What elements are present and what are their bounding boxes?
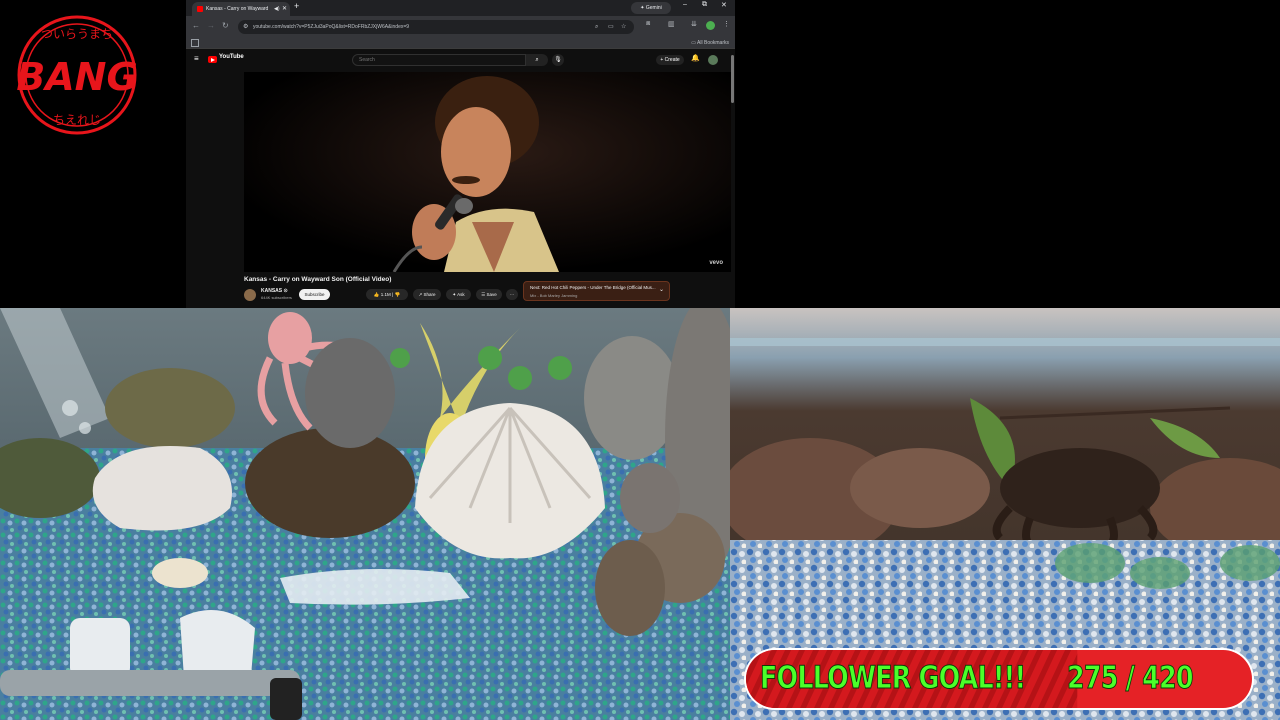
browser-toolbar: ← → ↻ ⚙ youtube.com/watch?v=P5ZJui3aPoQ&… xyxy=(186,16,735,38)
close-tab-icon[interactable]: ✕ xyxy=(282,2,287,16)
save-button[interactable]: ☰ Save xyxy=(476,289,502,300)
svg-text:ついらうまち: ついらうまち xyxy=(41,27,113,41)
up-next-title: Next: Red Hot Chili Peppers - Under The … xyxy=(530,285,656,290)
create-button[interactable]: + Create xyxy=(656,55,684,65)
subscribe-button[interactable]: Subscribe xyxy=(299,289,330,300)
youtube-favicon-icon xyxy=(197,6,203,12)
user-avatar[interactable] xyxy=(708,55,718,65)
voice-search-button[interactable]: 🎙 xyxy=(552,54,564,66)
like-button[interactable]: 👍 1.1M | 👎 xyxy=(366,289,408,300)
new-tab-button[interactable]: + xyxy=(294,1,299,11)
profile-avatar[interactable] xyxy=(706,21,715,30)
up-next-subtitle: Mix - Bob Marley Jamming xyxy=(530,293,578,298)
gemini-button[interactable]: ✦ Gemini xyxy=(631,2,671,14)
goal-count: 275 / 420 xyxy=(1067,660,1194,697)
site-info-icon[interactable]: ⚙ xyxy=(243,20,248,34)
logo-text: BANG xyxy=(16,55,137,99)
ask-button[interactable]: ✦ Ask xyxy=(446,289,471,300)
search-icon: ⌕ xyxy=(535,57,539,63)
page-scrollbar[interactable] xyxy=(731,55,734,103)
zoom-icon[interactable]: ⌕ xyxy=(595,20,598,34)
mic-icon: 🎙 xyxy=(554,57,562,63)
thumbs-up-icon: 👍 xyxy=(373,292,381,297)
forward-icon[interactable]: → xyxy=(207,21,215,30)
restore-icon[interactable]: ⧉ xyxy=(702,1,707,9)
youtube-header: ≡ YouTube ⌕ 🎙 + Create 🔔 xyxy=(186,49,735,71)
hamburger-menu-icon[interactable]: ≡ xyxy=(194,54,199,63)
create-label: Create xyxy=(664,57,680,63)
logo-seal-icon: ついらうまち ちえれじ BANG xyxy=(16,15,138,135)
gemini-label: Gemini xyxy=(645,5,662,11)
downloads-icon[interactable]: ⇊ xyxy=(691,20,697,28)
notifications-bell-icon[interactable]: 🔔 xyxy=(691,54,700,62)
search-input[interactable] xyxy=(352,54,526,66)
reload-icon[interactable]: ↻ xyxy=(222,21,229,30)
cast-icon[interactable]: ▭ xyxy=(608,20,614,34)
chevron-down-icon[interactable]: ⌄ xyxy=(659,286,664,293)
channel-name[interactable]: KANSAS ⊙ xyxy=(261,288,288,294)
search-button[interactable]: ⌕ xyxy=(526,54,548,66)
tab-title: Kansas - Carry on Wayward xyxy=(206,6,269,12)
share-button[interactable]: ↗ Share xyxy=(413,289,441,300)
browser-window: Kansas - Carry on Wayward ◀) ✕ + ✦ Gemin… xyxy=(186,0,735,308)
thumbs-down-icon: | 👎 xyxy=(390,292,401,297)
address-bar[interactable]: ⚙ youtube.com/watch?v=P5ZJui3aPoQ&list=R… xyxy=(238,20,634,34)
up-next-card[interactable]: Next: Red Hot Chili Peppers - Under The … xyxy=(523,281,670,301)
bookmark-star-icon[interactable]: ☆ xyxy=(621,20,626,34)
all-bookmarks-button[interactable]: ▭ All Bookmarks xyxy=(691,38,729,48)
all-bookmarks-label: All Bookmarks xyxy=(697,40,729,46)
more-actions-button[interactable]: ··· xyxy=(506,289,518,300)
extensions-icon[interactable]: ⧈ xyxy=(646,20,650,28)
speaker-icon[interactable]: ◀) xyxy=(274,2,280,16)
browser-menu-icon[interactable]: ⋮ xyxy=(723,20,730,28)
url-text: youtube.com/watch?v=P5ZJui3aPoQ&list=RDo… xyxy=(253,24,410,30)
tab-strip: Kansas - Carry on Wayward ◀) ✕ + ✦ Gemin… xyxy=(186,0,735,16)
svg-text:ちえれじ: ちえれじ xyxy=(53,113,101,127)
video-title: Kansas - Carry on Wayward Son (Official … xyxy=(244,276,392,283)
video-player[interactable]: vevo xyxy=(244,72,731,272)
follower-goal-banner: FOLLOWER GOAL!!! 275 / 420 xyxy=(744,648,1254,710)
ask-label: Ask xyxy=(457,292,465,297)
video-frame-singer xyxy=(244,72,731,272)
tab-youtube[interactable]: Kansas - Carry on Wayward ◀) ✕ xyxy=(192,2,290,16)
youtube-brand[interactable]: YouTube xyxy=(219,54,244,60)
bookmarks-bar: ▭ All Bookmarks xyxy=(186,38,735,49)
save-label: Save xyxy=(486,292,497,297)
vevo-watermark: vevo xyxy=(709,260,723,266)
goal-label: FOLLOWER GOAL!!! xyxy=(760,660,1027,697)
aquarium-camera-left xyxy=(0,308,730,720)
side-panel-icon[interactable]: ▥ xyxy=(668,20,675,28)
subscriber-count: 644K subscribers xyxy=(261,295,292,300)
youtube-logo-icon[interactable] xyxy=(208,56,217,63)
share-label: Share xyxy=(423,292,436,297)
aquarium-scene-left xyxy=(0,308,730,720)
back-icon[interactable]: ← xyxy=(192,21,200,30)
like-count: 1.1M xyxy=(380,292,391,297)
apps-icon[interactable] xyxy=(191,39,199,47)
close-window-icon[interactable]: ✕ xyxy=(721,1,727,9)
channel-logo: ついらうまち ちえれじ BANG xyxy=(14,14,140,136)
minimize-icon[interactable]: – xyxy=(683,1,687,8)
channel-avatar[interactable] xyxy=(244,289,256,301)
